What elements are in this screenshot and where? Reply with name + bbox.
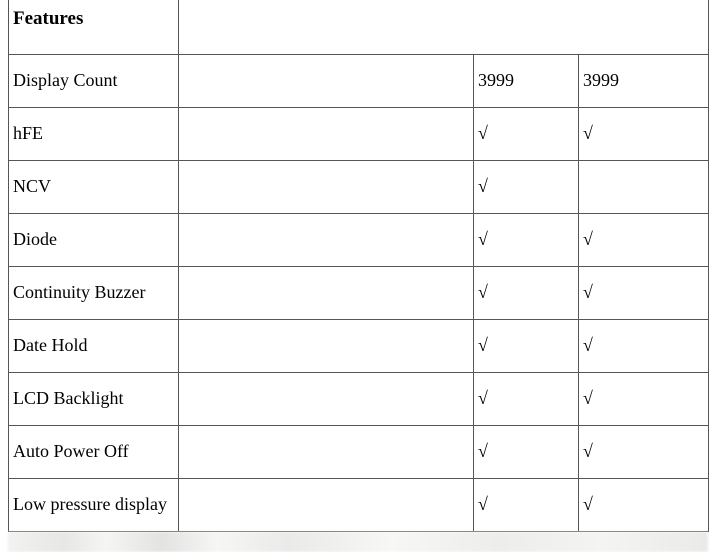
features-table: Features Display Count 3999 3999 hFE √ √… bbox=[8, 0, 709, 532]
features-header-blank bbox=[179, 0, 709, 55]
row-col2 bbox=[179, 320, 474, 373]
table-row: Low pressure display √ √ bbox=[9, 479, 709, 532]
row-label: LCD Backlight bbox=[9, 373, 179, 426]
row-col4: √ bbox=[579, 479, 709, 532]
row-col3: √ bbox=[474, 373, 579, 426]
table-header-row: Features bbox=[9, 0, 709, 55]
row-col2 bbox=[179, 161, 474, 214]
table-row: hFE √ √ bbox=[9, 108, 709, 161]
row-col2 bbox=[179, 214, 474, 267]
table-row: Display Count 3999 3999 bbox=[9, 55, 709, 108]
table-row: Auto Power Off √ √ bbox=[9, 426, 709, 479]
row-col4 bbox=[579, 161, 709, 214]
row-col4: √ bbox=[579, 373, 709, 426]
row-col3: √ bbox=[474, 320, 579, 373]
row-col2 bbox=[179, 267, 474, 320]
row-col2 bbox=[179, 479, 474, 532]
table-row: LCD Backlight √ √ bbox=[9, 373, 709, 426]
row-col2 bbox=[179, 373, 474, 426]
row-col4: √ bbox=[579, 426, 709, 479]
row-col2 bbox=[179, 108, 474, 161]
table-row: Diode √ √ bbox=[9, 214, 709, 267]
table-row: NCV √ bbox=[9, 161, 709, 214]
row-col3: √ bbox=[474, 267, 579, 320]
row-col3: 3999 bbox=[474, 55, 579, 108]
row-label: Continuity Buzzer bbox=[9, 267, 179, 320]
row-col4: √ bbox=[579, 267, 709, 320]
row-label: Date Hold bbox=[9, 320, 179, 373]
row-col4: √ bbox=[579, 214, 709, 267]
row-col3: √ bbox=[474, 426, 579, 479]
row-col4: 3999 bbox=[579, 55, 709, 108]
row-label: Diode bbox=[9, 214, 179, 267]
features-header: Features bbox=[9, 0, 179, 55]
row-col2 bbox=[179, 426, 474, 479]
row-col4: √ bbox=[579, 108, 709, 161]
footer-background-smudge bbox=[8, 532, 708, 552]
row-col2 bbox=[179, 55, 474, 108]
row-label: Auto Power Off bbox=[9, 426, 179, 479]
row-col3: √ bbox=[474, 214, 579, 267]
row-label: NCV bbox=[9, 161, 179, 214]
row-label: Low pressure display bbox=[9, 479, 179, 532]
row-col3: √ bbox=[474, 108, 579, 161]
row-label: hFE bbox=[9, 108, 179, 161]
row-col3: √ bbox=[474, 479, 579, 532]
row-col4: √ bbox=[579, 320, 709, 373]
table-row: Continuity Buzzer √ √ bbox=[9, 267, 709, 320]
row-col3: √ bbox=[474, 161, 579, 214]
table-row: Date Hold √ √ bbox=[9, 320, 709, 373]
row-label: Display Count bbox=[9, 55, 179, 108]
